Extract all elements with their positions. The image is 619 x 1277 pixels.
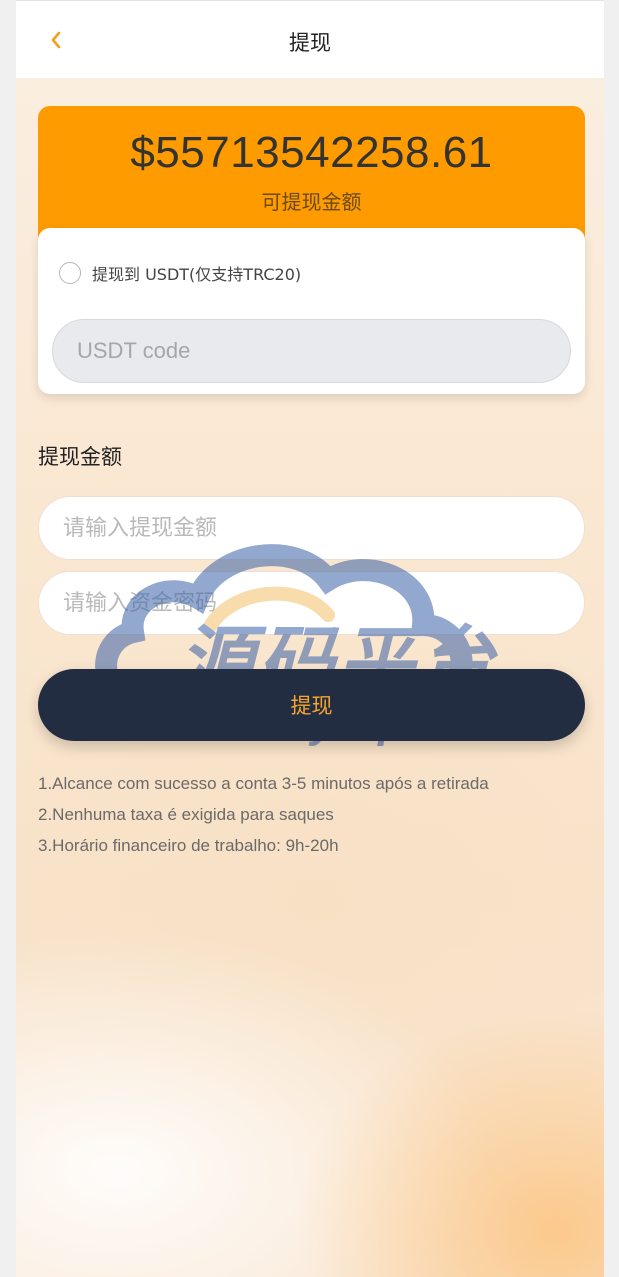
usdt-withdraw-card: 提现到 USDT(仅支持TRC20) [38, 228, 585, 394]
withdraw-amount-input[interactable] [38, 496, 585, 560]
note-item: 3.Horário financeiro de trabalho: 9h-20h [38, 836, 339, 855]
usdt-option-label: 提现到 USDT(仅支持TRC20) [92, 265, 302, 284]
withdraw-page: 提现 $55713542258.61 可提现金额 提现到 USDT(仅支持TRC… [16, 0, 604, 1277]
note-item: 2.Nenhuma taxa é exigida para saques [38, 805, 334, 824]
top-bar: 提现 [16, 0, 604, 78]
amount-section-title: 提现金额 [38, 445, 122, 469]
usdt-code-input[interactable] [52, 319, 571, 383]
balance-amount: $55713542258.61 [130, 128, 493, 177]
page-title: 提现 [289, 31, 331, 55]
withdraw-submit-button[interactable]: 提现 [38, 669, 585, 741]
fund-password-input[interactable] [38, 571, 585, 635]
balance-label: 可提现金额 [261, 190, 362, 214]
usdt-radio[interactable] [59, 262, 81, 284]
note-item: 1.Alcance com sucesso a conta 3-5 minuto… [38, 774, 489, 793]
notes-list: 1.Alcance com sucesso a conta 3-5 minuto… [38, 768, 489, 861]
